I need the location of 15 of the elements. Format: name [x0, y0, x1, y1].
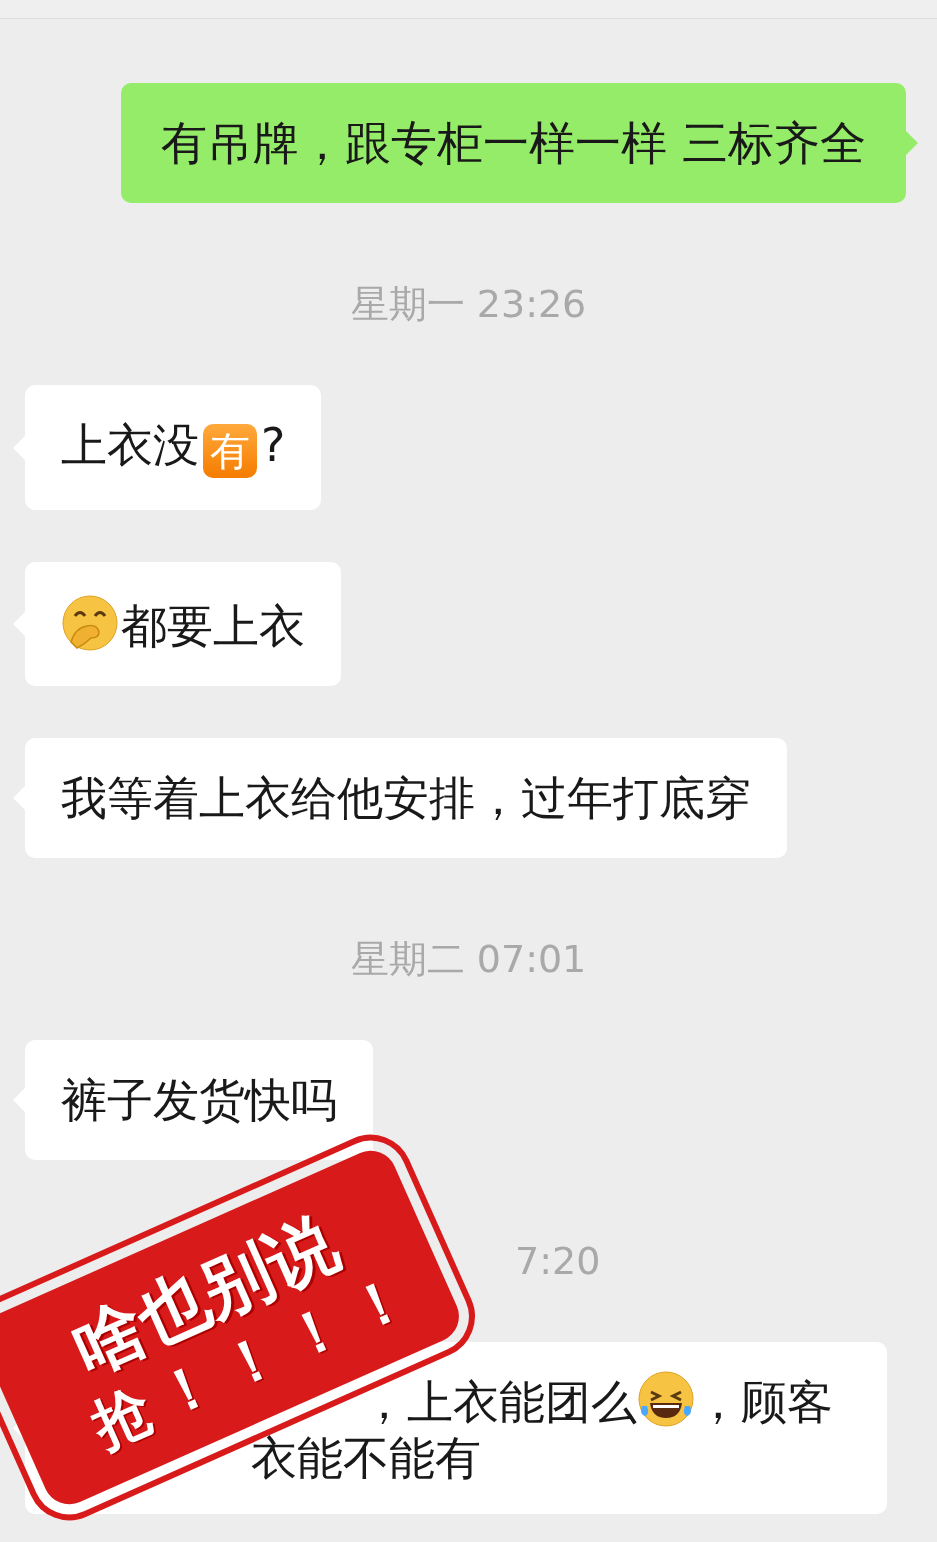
- message-timestamp: 7:20: [515, 1240, 601, 1282]
- message-text: 我等着上衣给他安排，过年打底穿: [61, 771, 751, 825]
- smiling-face-icon: [61, 594, 119, 652]
- message-text: 有吊牌，跟专柜一样一样 三标齐全: [161, 116, 866, 170]
- message-timestamp: 星期一 23:26: [350, 283, 587, 325]
- emoji-badge: 有: [203, 424, 257, 478]
- message-text: 裤子发货快吗: [61, 1073, 337, 1127]
- message-timestamp: 星期二 07:01: [350, 938, 587, 980]
- message-text: 衣能不能有: [251, 1431, 481, 1485]
- laughing-face-icon: [637, 1370, 695, 1428]
- message-text: ?: [261, 418, 286, 472]
- message-text: 都要上衣: [121, 599, 305, 653]
- message-text: 上衣没: [61, 418, 199, 472]
- message-text: ，顾客: [695, 1375, 833, 1429]
- message-text: ，上衣能团么: [361, 1375, 637, 1429]
